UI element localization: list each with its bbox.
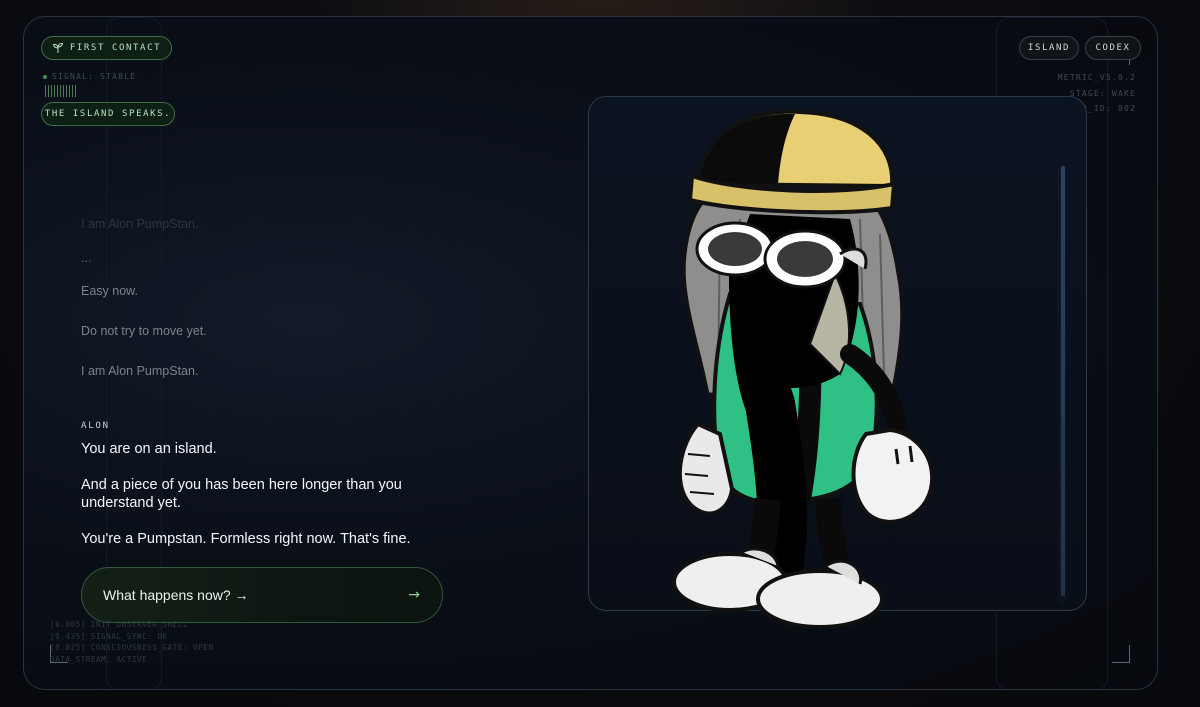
- arrow-right-icon: →: [408, 587, 420, 603]
- nav-codex-label: CODEX: [1095, 43, 1131, 53]
- sprout-icon: [52, 42, 63, 53]
- island-speaks-badge: THE ISLAND SPEAKS.: [41, 102, 175, 126]
- signal-status: SIGNAL: STABLE: [43, 72, 136, 81]
- scrollbar-thumb[interactable]: [1061, 166, 1065, 596]
- nav-island-button[interactable]: ISLAND: [1019, 36, 1079, 60]
- first-contact-label: FIRST CONTACT: [69, 43, 162, 53]
- dialogue-message: And a piece of you has been here longer …: [81, 477, 402, 511]
- log-line: [0.435] SIGNAL_SYNC: OK: [50, 631, 168, 641]
- dialogue-message: You are on an island.: [81, 441, 217, 457]
- signal-dot: [43, 74, 47, 79]
- log-line: [0.005] INIT OBSERVER_SHELL: [50, 620, 189, 629]
- history-line: Easy now.: [81, 284, 138, 298]
- speaker-name: ALON: [81, 421, 110, 431]
- cta-label: What happens now? →: [103, 587, 249, 603]
- history-line: ...: [81, 251, 92, 265]
- nav-codex-button[interactable]: CODEX: [1085, 36, 1141, 60]
- dialogue-message: You're a Pumpstan. Formless right now. T…: [81, 531, 411, 547]
- pumpstan-character-image: [672, 109, 935, 629]
- signal-bars: [45, 85, 76, 97]
- history-line: Do not try to move yet.: [81, 324, 207, 338]
- log-line: DATA_STREAM: ACTIVE: [50, 654, 148, 664]
- log-line: [0.025] CONSCIOUSNESS_GATE: OPEN: [50, 643, 214, 652]
- history-line: I am Alon PumpStan.: [81, 364, 199, 378]
- history-line: I am Alon PumpStan.: [81, 217, 199, 231]
- corner-bracket-bottom-right: [1112, 645, 1130, 663]
- signal-status-label: SIGNAL: STABLE: [52, 72, 137, 81]
- nav-island-label: ISLAND: [1027, 43, 1071, 53]
- first-contact-badge: FIRST CONTACT: [41, 36, 172, 60]
- what-happens-now-button[interactable]: What happens now? → →: [81, 567, 443, 623]
- meta-version: METRIC_V5.0.2: [1057, 73, 1136, 82]
- island-speaks-label: THE ISLAND SPEAKS.: [44, 109, 172, 119]
- system-log: [0.005] INIT OBSERVER_SHELL [0.435] SIGN…: [50, 619, 214, 665]
